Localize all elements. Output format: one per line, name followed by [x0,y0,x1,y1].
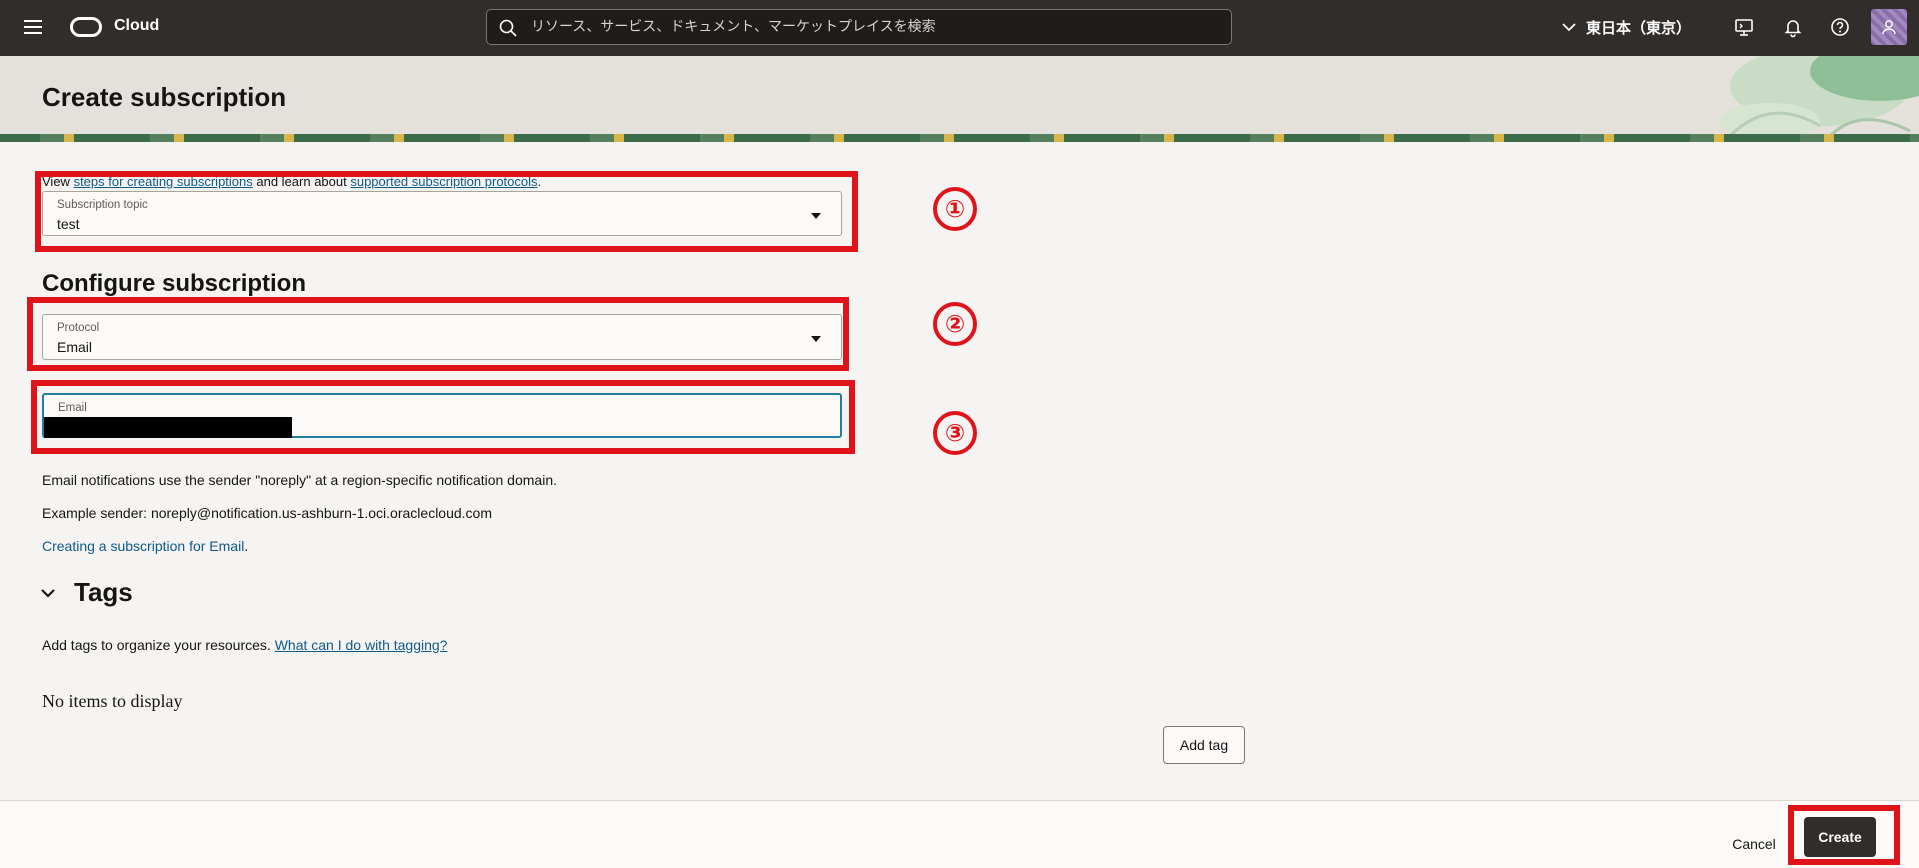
intro-middle: and learn about [252,174,351,189]
protocols-link[interactable]: supported subscription protocols [350,174,537,189]
sender-note: Email notifications use the sender "nore… [42,472,557,488]
footer-actions: Cancel Create [0,800,1919,868]
tags-heading: Tags [74,577,133,607]
add-tag-button[interactable]: Add tag [1163,726,1245,764]
help-icon[interactable] [1829,16,1851,38]
dropdown-caret-icon [811,213,821,219]
redacted-email-value [44,417,292,438]
email-field[interactable]: Email [42,393,842,438]
email-help-link-suffix: . [244,538,249,554]
tags-description-text: Add tags to organize your resources. [42,637,275,653]
bell-icon[interactable] [1782,16,1804,38]
menu-icon[interactable] [24,20,42,34]
dropdown-caret-icon [811,336,821,342]
configure-subscription-heading: Configure subscription [42,270,306,297]
cancel-button[interactable]: Cancel [1716,829,1792,859]
email-help-link-text[interactable]: Creating a subscription for Email [42,538,244,554]
step-marker-2: ② [933,302,977,346]
decorative-leaf-art [1720,56,1919,139]
cloud-shell-icon[interactable] [1733,16,1755,38]
search-input[interactable] [531,10,1221,44]
region-selector[interactable]: 東日本（東京） [1562,17,1691,38]
subscription-topic-select[interactable]: Subscription topic test [42,191,842,236]
step-marker-3: ③ [933,411,977,455]
top-navigation-bar: Cloud 東日本（東京） [0,0,1919,56]
protocol-value: Email [57,339,93,355]
tags-description: Add tags to organize your resources. Wha… [42,637,447,653]
intro-text: View steps for creating subscriptions an… [42,174,541,189]
subscription-topic-value: test [57,216,80,232]
user-icon [1882,20,1896,35]
chevron-down-icon [41,588,55,598]
page-header: Create subscription [0,56,1919,142]
search-icon [499,19,517,37]
cloud-logo[interactable] [70,17,102,37]
search-box[interactable] [486,9,1232,45]
step-marker-1: ① [933,187,977,231]
protocol-label: Protocol [57,322,100,334]
example-sender: Example sender: noreply@notification.us-… [42,505,492,521]
chevron-down-icon [1562,23,1576,32]
brand-name[interactable]: Cloud [114,17,159,35]
create-button[interactable]: Create [1804,817,1876,857]
email-subscription-help-link[interactable]: Creating a subscription for Email. [42,538,248,554]
page-title: Create subscription [42,82,287,112]
subscription-topic-label: Subscription topic [57,199,148,211]
tags-section-toggle[interactable]: Tags [40,577,133,608]
email-label: Email [58,402,87,414]
steps-link[interactable]: steps for creating subscriptions [74,174,253,189]
empty-tags-message: No items to display [42,691,183,711]
intro-suffix: . [537,174,542,189]
protocol-select[interactable]: Protocol Email [42,314,842,360]
intro-prefix: View [42,174,74,189]
tagging-help-link[interactable]: What can I do with tagging? [275,637,448,653]
decorative-strip [0,134,1919,142]
user-avatar[interactable] [1871,9,1907,45]
region-label: 東日本（東京） [1586,19,1692,37]
